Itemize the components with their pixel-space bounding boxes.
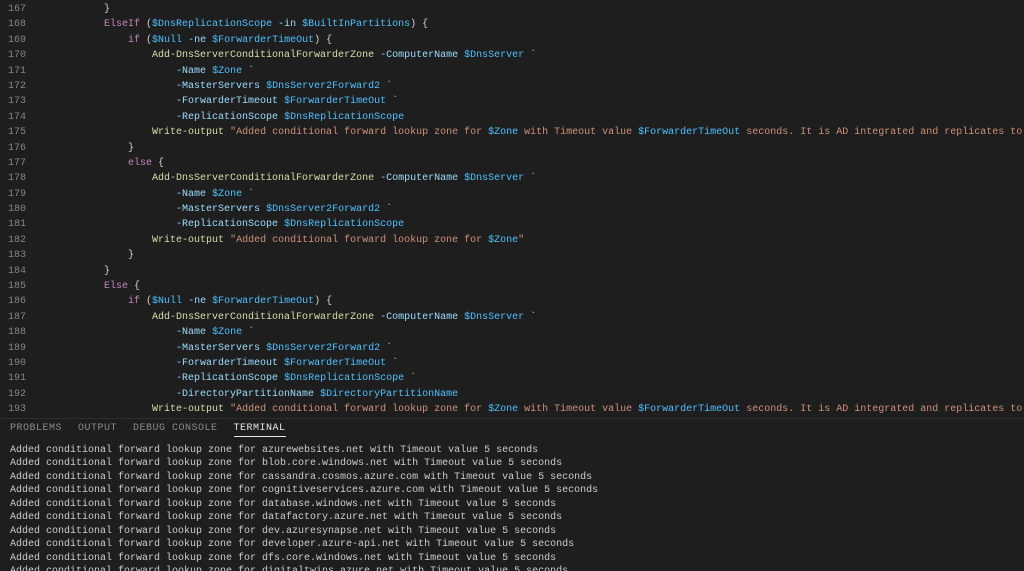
code-line: if ($Null -ne $ForwarderTimeOut) { xyxy=(32,294,1024,309)
code-line: Add-DnsServerConditionalForwarderZone -C… xyxy=(32,48,1024,63)
tab-problems[interactable]: PROBLEMS xyxy=(10,422,62,436)
code-line: -ForwarderTimeout $ForwarderTimeOut ` xyxy=(32,94,1024,109)
code-line: Write-output "Added conditional forward … xyxy=(32,233,1024,248)
tab-terminal[interactable]: TERMINAL xyxy=(234,422,286,437)
code-line: } xyxy=(32,2,1024,17)
code-line: -MasterServers $DnsServer2Forward2 ` xyxy=(32,202,1024,217)
code-line: -Name $Zone ` xyxy=(32,64,1024,79)
panel-tabs: PROBLEMS OUTPUT DEBUG CONSOLE TERMINAL xyxy=(0,418,1024,440)
code-line: Add-DnsServerConditionalForwarderZone -C… xyxy=(32,310,1024,325)
code-line: Add-DnsServerConditionalForwarderZone -C… xyxy=(32,171,1024,186)
code-line: -MasterServers $DnsServer2Forward2 ` xyxy=(32,79,1024,94)
code-line: -ReplicationScope $DnsReplicationScope xyxy=(32,110,1024,125)
code-area[interactable]: } ElseIf ($DnsReplicationScope -in $Buil… xyxy=(32,2,1024,418)
code-line: -Name $Zone ` xyxy=(32,187,1024,202)
code-line: if ($Null -ne $ForwarderTimeOut) { xyxy=(32,33,1024,48)
terminal-output[interactable]: Added conditional forward lookup zone fo… xyxy=(0,440,1024,571)
code-line: -ForwarderTimeout $ForwarderTimeOut ` xyxy=(32,356,1024,371)
code-line: } xyxy=(32,264,1024,279)
code-line: } xyxy=(32,248,1024,263)
code-line: Write-output "Added conditional forward … xyxy=(32,402,1024,417)
code-line: -MasterServers $DnsServer2Forward2 ` xyxy=(32,341,1024,356)
code-line: else { xyxy=(32,156,1024,171)
gutter: 1671681691701711721731741751761771781791… xyxy=(0,2,32,418)
code-line: Write-output "Added conditional forward … xyxy=(32,125,1024,140)
code-line: -ReplicationScope $DnsReplicationScope xyxy=(32,217,1024,232)
code-line: ElseIf ($DnsReplicationScope -in $BuiltI… xyxy=(32,17,1024,32)
code-line: -Name $Zone ` xyxy=(32,325,1024,340)
code-line: -DirectoryPartitionName $DirectoryPartit… xyxy=(32,387,1024,402)
tab-debug-console[interactable]: DEBUG CONSOLE xyxy=(133,422,218,436)
code-line: } xyxy=(32,141,1024,156)
tab-output[interactable]: OUTPUT xyxy=(78,422,117,436)
code-line: -ReplicationScope $DnsReplicationScope ` xyxy=(32,371,1024,386)
code-editor[interactable]: 1671681691701711721731741751761771781791… xyxy=(0,0,1024,418)
code-line: Else { xyxy=(32,279,1024,294)
